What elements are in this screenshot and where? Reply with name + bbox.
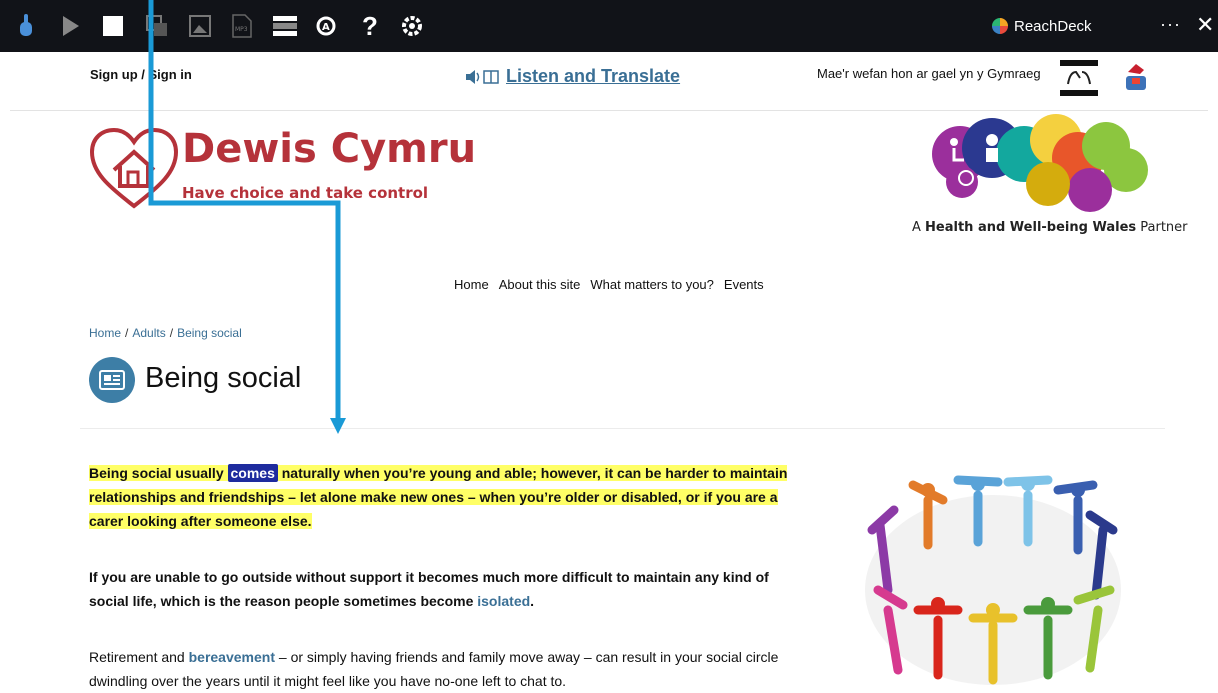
nav-item-home[interactable]: Home — [454, 277, 489, 292]
breadcrumb-home[interactable]: Home — [89, 326, 121, 340]
isolated-link[interactable]: isolated — [477, 593, 530, 609]
close-icon[interactable]: ✕ — [1196, 12, 1214, 38]
content-divider — [80, 428, 1165, 429]
breadcrumb: Home / Adults / Being social — [89, 326, 242, 340]
play-icon[interactable] — [58, 14, 82, 38]
current-spoken-word: comes — [227, 464, 278, 482]
nav-item-events[interactable]: Events — [724, 277, 764, 292]
mp3-label: MP3 — [235, 26, 248, 33]
bereavement-link[interactable]: bereavement — [189, 649, 275, 665]
header-divider — [10, 110, 1208, 111]
reachdeck-brand: ReachDeck — [992, 14, 1092, 38]
more-icon[interactable]: ··· — [1160, 14, 1181, 35]
retirement-paragraph: Retirement and bereavement – or simply h… — [89, 645, 809, 693]
partner-prefix: A — [912, 220, 926, 235]
speaker-book-icon — [466, 69, 499, 84]
support-paragraph: If you are unable to go outside without … — [89, 565, 809, 613]
partner-caption: A Health and Well-being Wales Partner — [912, 220, 1188, 235]
reachdeck-toolbar: MP3 A ? ReachDeck ··· ✕ — [0, 0, 1218, 52]
people-circle-image — [865, 475, 1121, 685]
page-title: Being social — [145, 362, 302, 394]
newspaper-icon — [89, 357, 135, 403]
mp3-icon[interactable]: MP3 — [230, 14, 254, 38]
partner-name: Health and Well-being Wales — [925, 220, 1137, 235]
help-icon[interactable]: ? — [358, 11, 382, 41]
welsh-dragon-icon[interactable] — [1122, 62, 1150, 94]
hand-pointer-icon[interactable] — [14, 14, 38, 38]
bsl-icon[interactable] — [1060, 60, 1098, 96]
settings-icon[interactable] — [400, 14, 424, 38]
support-text-a: If you are unable to go outside without … — [89, 569, 769, 609]
magnifier-icon[interactable]: A — [314, 14, 338, 38]
stop-icon[interactable] — [101, 14, 125, 38]
intro-paragraph: Being social usually comes naturally whe… — [89, 461, 809, 533]
listen-translate-label: Listen and Translate — [506, 66, 681, 86]
svg-text:A: A — [322, 22, 330, 33]
partner-bubbles-logo — [932, 114, 1148, 212]
screen-mask-icon[interactable] — [273, 14, 297, 38]
breadcrumb-current: Being social — [177, 326, 242, 340]
nav-item-what-matters[interactable]: What matters to you? — [590, 277, 714, 292]
arrow-head-icon — [330, 418, 346, 434]
main-nav: Home About this site What matters to you… — [454, 277, 764, 292]
support-text-b: . — [530, 593, 535, 609]
brand-label: ReachDeck — [1014, 17, 1092, 35]
partner-suffix: Partner — [1136, 220, 1188, 235]
breadcrumb-adults[interactable]: Adults — [132, 326, 165, 340]
site-title[interactable]: Dewis Cymru — [182, 126, 476, 172]
signup-signin-link[interactable]: Sign up / Sign in — [90, 67, 192, 82]
reachdeck-logo-icon — [992, 18, 1008, 34]
picture-icon[interactable] — [188, 14, 212, 38]
listen-translate-link[interactable]: Listen and Translate — [464, 66, 680, 87]
site-tagline: Have choice and take control — [182, 184, 429, 202]
dewis-heart-logo-icon[interactable] — [88, 124, 180, 210]
nav-item-about[interactable]: About this site — [499, 277, 581, 292]
intro-text-a: Being social usually — [89, 465, 228, 481]
translate-icon[interactable] — [145, 14, 169, 38]
retirement-text-a: Retirement and — [89, 649, 189, 665]
welsh-language-link[interactable]: Mae'r wefan hon ar gael yn y Gymraeg — [817, 66, 1041, 81]
